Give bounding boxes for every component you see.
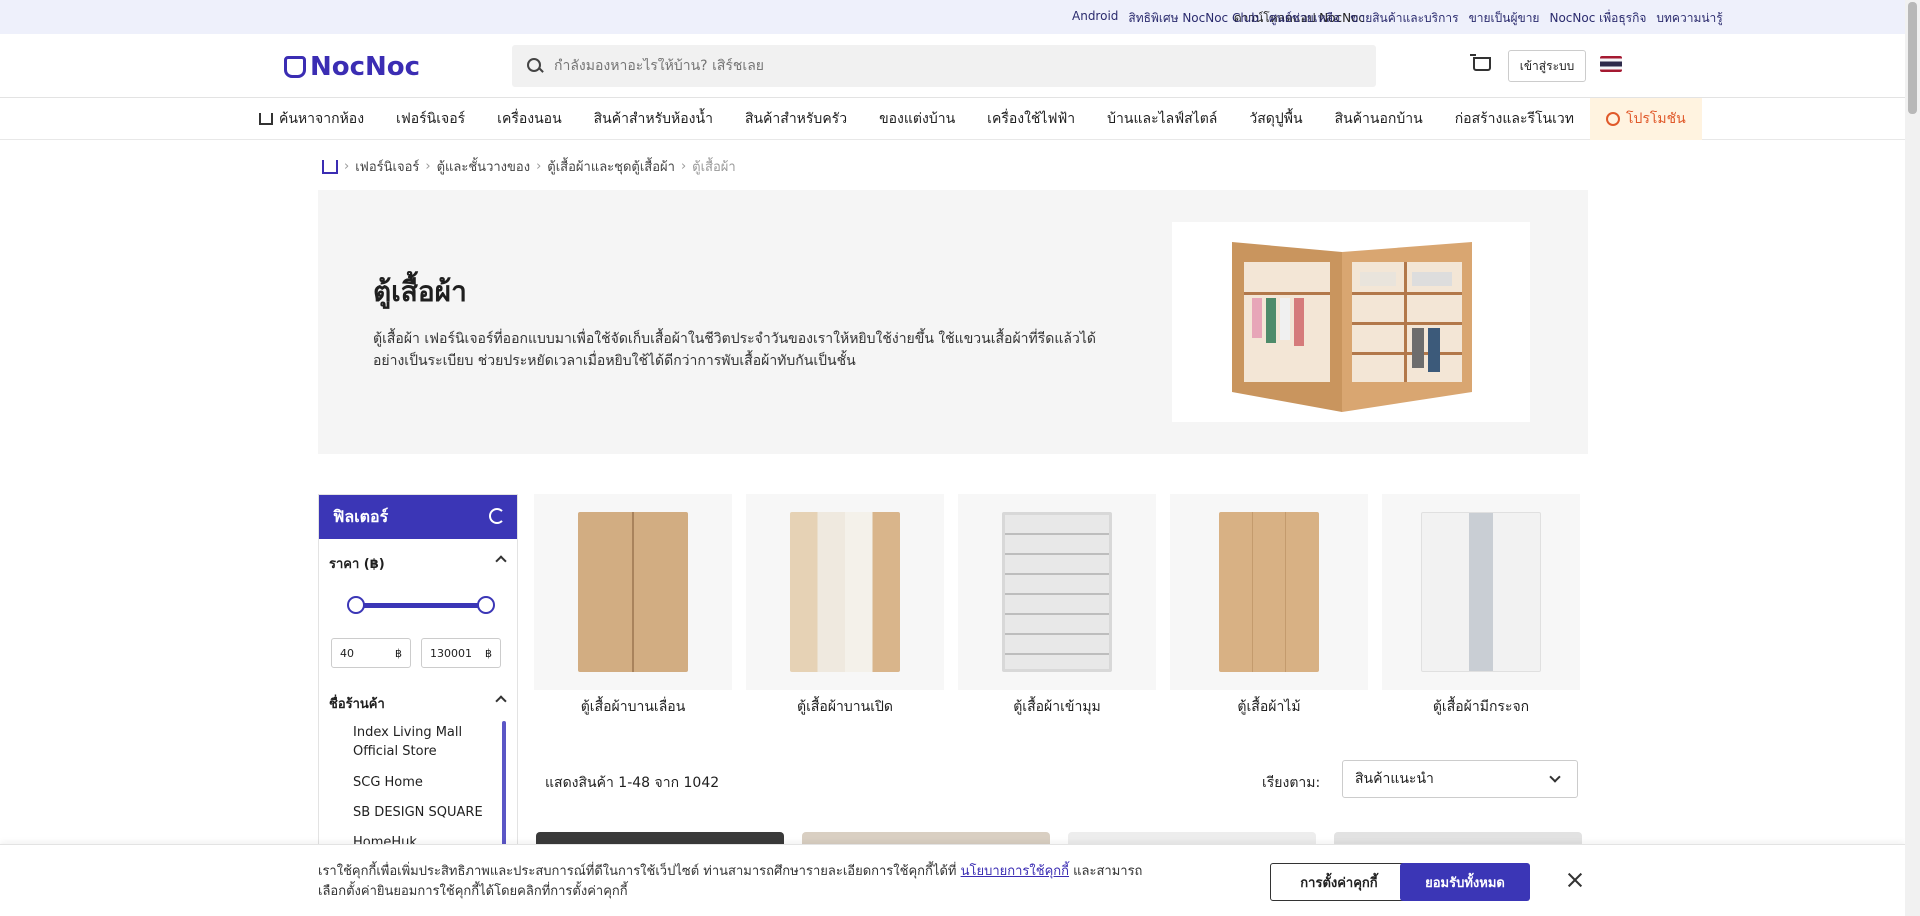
shop-section-title[interactable]: ชื่อร้านค้า: [329, 693, 385, 714]
utility-link-business[interactable]: NocNoc เพื่อธุรกิจ: [1549, 9, 1646, 28]
category-description: ตู้เสื้อผ้า เฟอร์นิเจอร์ที่ออกแบบมาเพื่อ…: [373, 331, 1096, 369]
category-label: ตู้เสื้อผ้าไม้: [1237, 699, 1301, 715]
hero-image: [1172, 222, 1530, 422]
search-bar[interactable]: [512, 45, 1376, 87]
accept-all-cookies-button[interactable]: ยอมรับทั้งหมด: [1400, 863, 1530, 901]
chevron-up-icon[interactable]: [495, 555, 507, 567]
category-image: [1170, 494, 1368, 690]
category-image: [958, 494, 1156, 690]
promotion-icon: [1605, 112, 1620, 126]
nav-item-bedding[interactable]: เครื่องนอน: [481, 98, 577, 140]
utility-link-seller[interactable]: ขายเป็นผู้ขาย: [1469, 9, 1540, 28]
nav-item-furniture[interactable]: เฟอร์นิเจอร์: [380, 98, 481, 140]
chevron-down-icon[interactable]: [1549, 771, 1561, 783]
utility-link-club[interactable]: สิทธิพิเศษ NocNoc Club: [1128, 9, 1259, 28]
cookie-message: เราใช้คุกกี้เพื่อเพิ่มประสิทธิภาพและประส…: [318, 862, 1158, 902]
page-scrollbar-thumb[interactable]: [1908, 2, 1917, 114]
breadcrumb-cabinets[interactable]: ตู้และชั้นวางของ: [437, 156, 530, 177]
breadcrumb-separator: ›: [680, 159, 687, 174]
breadcrumb-wardrobe-sets[interactable]: ตู้เสื้อผ้าและชุดตู้เสื้อผ้า: [547, 156, 675, 177]
category-hero: ตู้เสื้อผ้า ตู้เสื้อผ้า เฟอร์นิเจอร์ที่อ…: [318, 190, 1588, 454]
page-title: ตู้เสื้อผ้า: [373, 275, 467, 308]
currency-symbol: ฿: [485, 646, 492, 660]
nav-item-rooms[interactable]: ค้นหาจากห้อง: [243, 98, 380, 140]
breadcrumb-separator: ›: [344, 159, 350, 174]
thai-flag-icon[interactable]: [1600, 56, 1622, 72]
utility-link-android[interactable]: Android: [1072, 9, 1118, 28]
result-count: แสดงสินค้า 1-48 จาก 1042: [545, 775, 720, 791]
logo-mark-icon: [284, 56, 306, 78]
category-image: [534, 494, 732, 690]
price-slider-min-handle[interactable]: [347, 596, 365, 614]
max-price-input[interactable]: 130001 ฿: [421, 638, 501, 668]
filter-header: ฟิลเตอร์: [319, 495, 517, 539]
currency-symbol: ฿: [395, 646, 402, 660]
category-label: ตู้เสื้อผ้าบานเปิด: [797, 699, 893, 715]
close-icon[interactable]: [1564, 869, 1586, 891]
utility-link-sell-services[interactable]: ขายสินค้าและบริการ: [1350, 9, 1458, 28]
category-label: ตู้เสื้อผ้าบานเลื่อน: [580, 699, 686, 715]
nav-item-label: ค้นหาจากห้อง: [279, 111, 365, 127]
home-icon: [259, 113, 273, 125]
max-price-value: 130001: [430, 646, 472, 660]
nav-item-kitchen[interactable]: สินค้าสำหรับครัว: [729, 98, 863, 140]
nav-item-decor[interactable]: ของแต่งบ้าน: [863, 98, 971, 140]
cookie-text: เราใช้คุกกี้เพื่อเพิ่มประสิทธิภาพและประส…: [318, 864, 961, 879]
refresh-icon[interactable]: [489, 508, 505, 524]
top-utility-bar: ดาวน์โหลดแอป NocNoc Android สิทธิพิเศษ N…: [0, 0, 1905, 34]
nav-item-bathroom[interactable]: สินค้าสำหรับห้องน้ำ: [578, 98, 729, 140]
breadcrumb: › เฟอร์นิเจอร์ › ตู้และชั้นวางของ › ตู้เ…: [322, 156, 736, 177]
price-slider-track[interactable]: [357, 603, 487, 608]
nav-item-appliances[interactable]: เครื่องใช้ไฟฟ้า: [971, 98, 1091, 140]
shop-option-sb-design[interactable]: SB DESIGN SQUARE: [353, 803, 493, 822]
nav-item-outdoor[interactable]: สินค้านอกบ้าน: [1319, 98, 1439, 140]
min-price-value: 40: [340, 646, 354, 660]
search-icon[interactable]: [526, 57, 544, 75]
nav-item-label: โปรโมชัน: [1625, 111, 1686, 127]
category-nav: ค้นหาจากห้อง เฟอร์นิเจอร์ เครื่องนอน สิน…: [0, 98, 1905, 140]
category-card-sliding[interactable]: ตู้เสื้อผ้าบานเลื่อน: [534, 494, 732, 728]
category-card-hinged[interactable]: ตู้เสื้อผ้าบานเปิด: [746, 494, 944, 728]
search-input[interactable]: [554, 58, 1354, 74]
shop-option-index-living[interactable]: Index Living Mall Official Store: [353, 723, 493, 761]
category-card-corner[interactable]: ตู้เสื้อผ้าเข้ามุม: [958, 494, 1156, 728]
nav-item-construction[interactable]: ก่อสร้างและรีโนเวท: [1439, 98, 1590, 140]
category-card-mirror[interactable]: ตู้เสื้อผ้ามีกระจก: [1382, 494, 1580, 728]
utility-links: Android สิทธิพิเศษ NocNoc Club ศูนย์ช่วย…: [1072, 9, 1723, 28]
price-slider-max-handle[interactable]: [477, 596, 495, 614]
breadcrumb-separator: ›: [425, 159, 431, 174]
breadcrumb-current[interactable]: ตู้เสื้อผ้า: [692, 156, 736, 177]
logo-text: NocNoc: [310, 52, 421, 82]
shop-option-scg-home[interactable]: SCG Home: [353, 773, 493, 792]
site-header: NocNoc เข้าสู่ระบบ: [0, 34, 1905, 98]
filter-title: ฟิลเตอร์: [333, 506, 389, 526]
breadcrumb-furniture[interactable]: เฟอร์นิเจอร์: [355, 156, 419, 177]
cookie-policy-link[interactable]: นโยบายการใช้คุกกี้: [961, 864, 1069, 879]
price-section-title[interactable]: ราคา (฿): [329, 553, 385, 574]
category-card-wooden[interactable]: ตู้เสื้อผ้าไม้: [1170, 494, 1368, 728]
nav-item-flooring[interactable]: วัสดุปูพื้น: [1233, 98, 1318, 140]
utility-link-help[interactable]: ศูนย์ช่วยเหลือ: [1269, 9, 1340, 28]
nav-item-lifestyle[interactable]: บ้านและไลฟ์สไตล์: [1091, 98, 1233, 140]
sort-label: เรียงตาม:: [1262, 775, 1321, 791]
sort-dropdown[interactable]: สินค้าแนะนำ: [1342, 760, 1578, 798]
nocnoc-logo[interactable]: NocNoc: [284, 52, 420, 82]
utility-link-articles[interactable]: บทความน่ารู้: [1656, 9, 1722, 28]
category-image: [746, 494, 944, 690]
category-label: ตู้เสื้อผ้าเข้ามุม: [1013, 699, 1101, 715]
breadcrumb-separator: ›: [536, 159, 542, 174]
min-price-input[interactable]: 40 ฿: [331, 638, 411, 668]
chevron-up-icon[interactable]: [495, 695, 507, 707]
nav-item-promotion[interactable]: โปรโมชัน: [1589, 98, 1702, 140]
category-label: ตู้เสื้อผ้ามีกระจก: [1432, 699, 1530, 715]
category-image: [1382, 494, 1580, 690]
sort-selected-value: สินค้าแนะนำ: [1355, 771, 1434, 787]
login-button[interactable]: เข้าสู่ระบบ: [1508, 50, 1586, 82]
page-scrollbar[interactable]: [1905, 0, 1920, 916]
cookie-settings-button[interactable]: การตั้งค่าคุกกี้: [1270, 863, 1408, 901]
cart-icon[interactable]: [1470, 54, 1492, 74]
cookie-banner: เราใช้คุกกี้เพื่อเพิ่มประสิทธิภาพและประส…: [0, 844, 1905, 916]
breadcrumb-home-icon[interactable]: [322, 159, 338, 174]
